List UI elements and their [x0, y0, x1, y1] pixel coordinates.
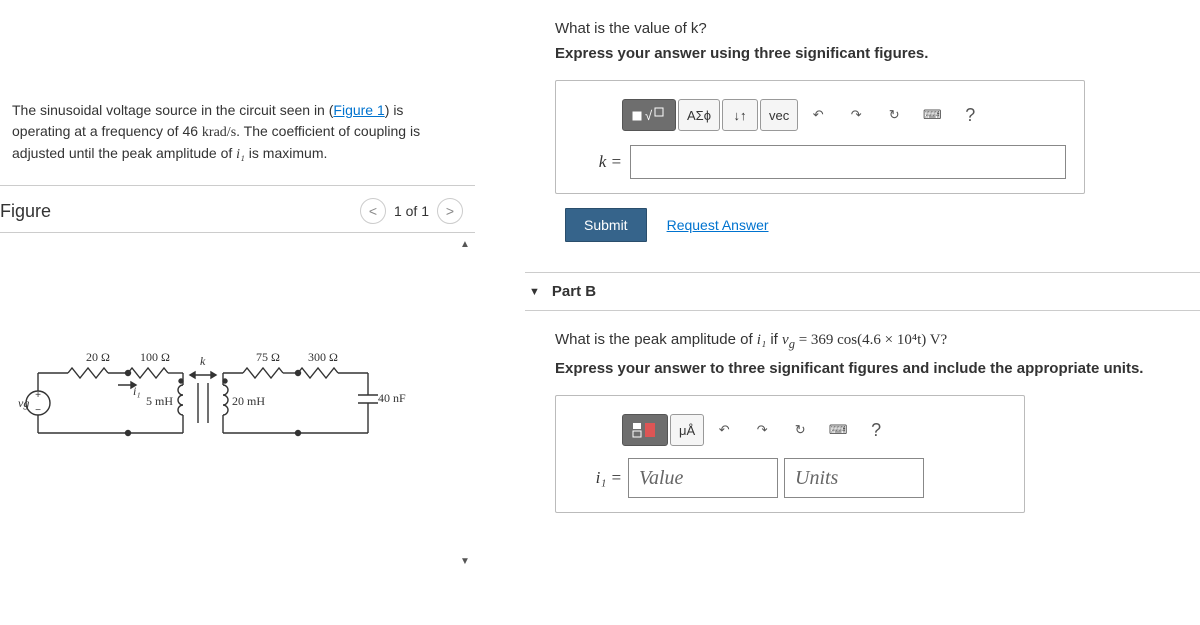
svg-text:20 Ω: 20 Ω	[86, 350, 110, 364]
svg-text:100 Ω: 100 Ω	[140, 350, 170, 364]
problem-text-4: is maximum.	[245, 145, 327, 161]
templates-button[interactable]: √	[622, 99, 676, 131]
submit-button[interactable]: Submit	[565, 208, 647, 242]
value-input[interactable]: Value	[628, 458, 778, 498]
units-input[interactable]: Units	[784, 458, 924, 498]
reset-button-b[interactable]: ↻	[782, 414, 818, 446]
greek-button[interactable]: ΑΣϕ	[678, 99, 720, 131]
undo-button[interactable]: ↶	[800, 99, 836, 131]
figure-prev-button[interactable]: <	[360, 198, 386, 224]
part-b-instruction: Express your answer to three significant…	[555, 360, 1200, 377]
help-button-b[interactable]: ?	[858, 414, 894, 446]
figure-nav: < 1 of 1 >	[360, 198, 463, 224]
figure-title: Figure	[0, 201, 51, 222]
redo-button-b[interactable]: ↷	[744, 414, 780, 446]
k-equals-label: k =	[582, 152, 622, 172]
i1-symbol: i₁	[236, 147, 245, 162]
part-a-instruction: Express your answer using three signific…	[555, 45, 1200, 62]
svg-text:300 Ω: 300 Ω	[308, 350, 338, 364]
svg-text:i₁: i₁	[133, 384, 141, 398]
problem-statement: The sinusoidal voltage source in the cir…	[0, 80, 475, 186]
svg-text:75 Ω: 75 Ω	[256, 350, 280, 364]
svg-text:k: k	[200, 354, 206, 368]
svg-text:vg: vg	[18, 396, 29, 410]
vec-button[interactable]: vec	[760, 99, 798, 131]
figure-link[interactable]: Figure 1	[333, 102, 384, 118]
k-answer-input[interactable]	[630, 145, 1066, 179]
part-b-question: What is the peak amplitude of i₁ if vg =…	[555, 331, 1200, 352]
circuit-diagram: + −	[18, 343, 438, 463]
format-icon	[631, 421, 659, 439]
problem-text-1: The sinusoidal voltage source in the cir…	[12, 102, 333, 118]
part-b-title: Part B	[552, 283, 596, 300]
keyboard-button-b[interactable]: ⌨	[820, 414, 856, 446]
collapse-icon: ▼	[529, 286, 540, 298]
scroll-down-icon[interactable]: ▼	[459, 556, 471, 567]
format-button[interactable]	[622, 414, 668, 446]
help-button[interactable]: ?	[952, 99, 988, 131]
i1-equals-label: i₁ =	[582, 468, 622, 488]
template-icon: √	[631, 106, 667, 124]
figure-next-button[interactable]: >	[437, 198, 463, 224]
request-answer-link[interactable]: Request Answer	[667, 217, 769, 233]
svg-text:√: √	[645, 108, 653, 123]
scroll-up-icon[interactable]: ▲	[459, 239, 471, 250]
reset-button[interactable]: ↻	[876, 99, 912, 131]
part-b-answer-area: μÅ ↶ ↷ ↻ ⌨ ? i₁ = Value Units	[555, 395, 1025, 513]
svg-text:−: −	[35, 405, 41, 416]
part-a-question: What is the value of k?	[555, 20, 1200, 37]
svg-text:+: +	[35, 390, 41, 401]
svg-text:40 nF: 40 nF	[378, 391, 406, 405]
redo-button[interactable]: ↷	[838, 99, 874, 131]
svg-text:5 mH: 5 mH	[146, 394, 173, 408]
svg-text:20 mH: 20 mH	[232, 394, 265, 408]
subsup-button[interactable]: ↓↑	[722, 99, 758, 131]
keyboard-button[interactable]: ⌨	[914, 99, 950, 131]
units-button[interactable]: μÅ	[670, 414, 704, 446]
part-b-header[interactable]: ▼ Part B	[525, 272, 1200, 311]
part-a-answer-area: √ ΑΣϕ ↓↑ vec ↶ ↷ ↻ ⌨ ? k =	[555, 80, 1085, 194]
undo-button-b[interactable]: ↶	[706, 414, 742, 446]
figure-nav-label: 1 of 1	[394, 203, 429, 219]
freq-unit: krad/s	[202, 125, 236, 140]
